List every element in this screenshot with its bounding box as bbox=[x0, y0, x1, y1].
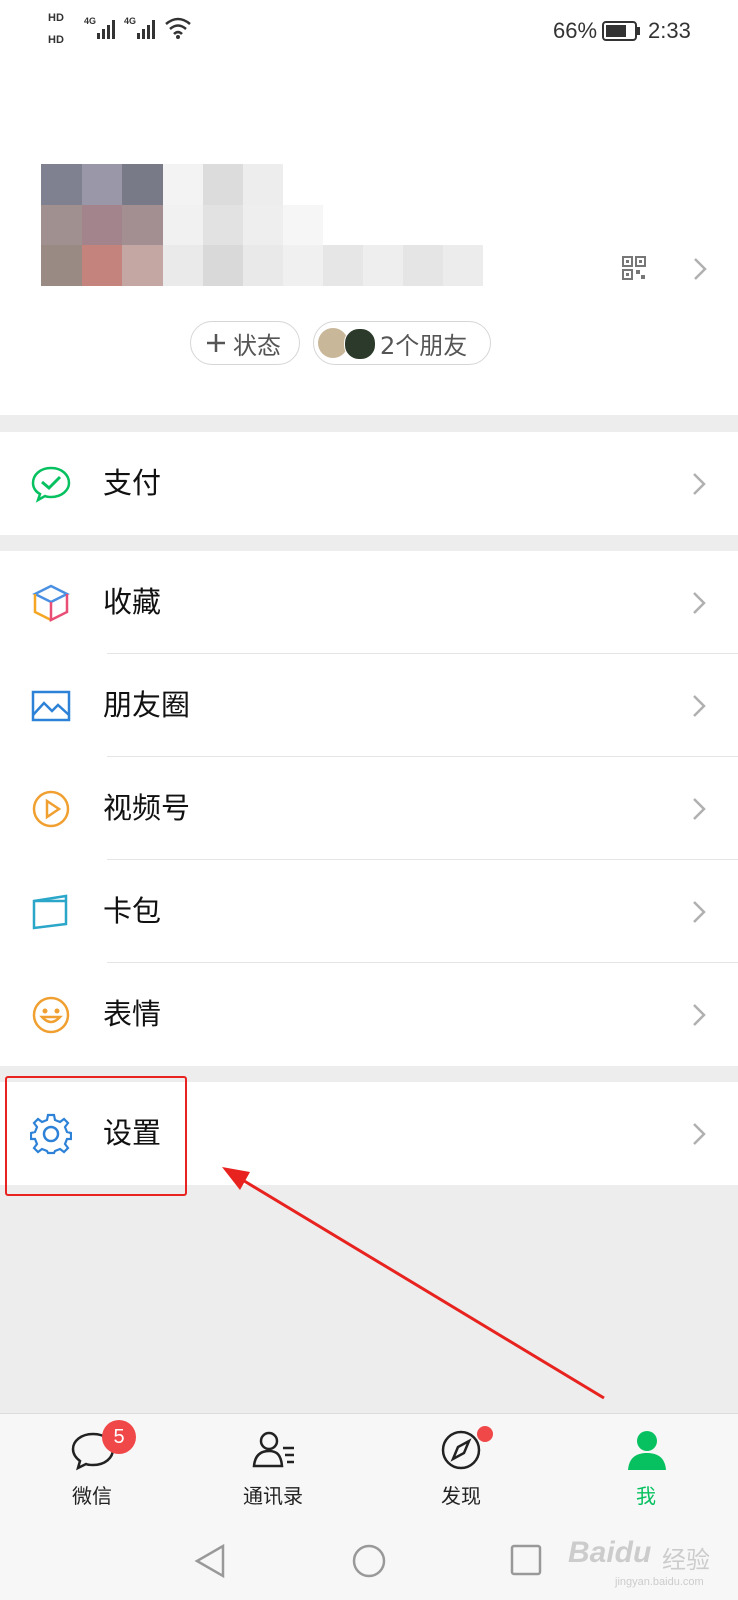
home-circle-icon[interactable] bbox=[350, 1542, 388, 1580]
favorites-cube-icon bbox=[32, 584, 70, 623]
network-label-1: 4G bbox=[84, 16, 97, 26]
battery-icon bbox=[602, 21, 640, 41]
chevron-right-icon bbox=[693, 1004, 706, 1026]
network-label-2: 4G bbox=[124, 16, 137, 26]
menu-label-cards: 卡包 bbox=[103, 894, 162, 928]
menu-item-cards[interactable]: 卡包 bbox=[0, 860, 738, 963]
tab-contacts[interactable]: 通讯录 bbox=[213, 1414, 333, 1524]
menu-item-channels[interactable]: 视频号 bbox=[0, 757, 738, 860]
new-dot-badge bbox=[477, 1426, 493, 1442]
battery-percent: 66% bbox=[553, 18, 598, 43]
annotation-highlight-box bbox=[5, 1076, 187, 1196]
back-triangle-icon[interactable] bbox=[193, 1543, 227, 1579]
chevron-right-icon bbox=[693, 473, 706, 495]
menu-label-pay: 支付 bbox=[103, 466, 162, 500]
signal-icon-1 bbox=[97, 20, 115, 39]
signal-icon-2 bbox=[137, 20, 155, 39]
features-group: 收藏 朋友圈 视频号 卡包 表情 bbox=[0, 551, 738, 1066]
wechat-pay-icon bbox=[31, 466, 71, 503]
recents-square-icon[interactable] bbox=[509, 1543, 543, 1577]
person-icon bbox=[628, 1431, 666, 1470]
menu-item-pay[interactable]: 支付 bbox=[0, 432, 738, 535]
menu-item-favorites[interactable]: 收藏 bbox=[0, 551, 738, 654]
profile-header[interactable]: 状态 2个朋友 bbox=[0, 60, 738, 415]
unread-badge: 5 bbox=[102, 1420, 136, 1454]
tab-me[interactable]: 我 bbox=[586, 1414, 706, 1524]
chevron-right-icon bbox=[693, 901, 706, 923]
username-redacted bbox=[163, 164, 493, 286]
wifi-icon bbox=[165, 17, 191, 39]
wallet-card-icon bbox=[32, 894, 68, 930]
hd-label-2: HD bbox=[48, 34, 64, 46]
hd-label-1: HD bbox=[48, 12, 64, 24]
chevron-right-icon bbox=[694, 258, 707, 280]
smiley-icon bbox=[32, 996, 70, 1034]
avatar[interactable] bbox=[41, 164, 163, 286]
tab-chats[interactable]: 5 微信 bbox=[32, 1414, 152, 1524]
qr-code-icon[interactable] bbox=[622, 256, 646, 280]
status-bar: HD HD 4G 4G 66% 2:33 bbox=[0, 0, 738, 60]
status-label: 状态 bbox=[233, 331, 281, 360]
friends-label: 2个朋友 bbox=[380, 331, 468, 360]
bottom-tab-bar: 5 微信 通讯录 发现 我 bbox=[0, 1413, 738, 1524]
menu-item-stickers[interactable]: 表情 bbox=[0, 963, 738, 1066]
watermark-cn: 经验 bbox=[662, 1547, 710, 1574]
menu-item-moments[interactable]: 朋友圈 bbox=[0, 654, 738, 757]
clock: 2:33 bbox=[648, 18, 691, 43]
menu-label-channels: 视频号 bbox=[103, 791, 191, 825]
tab-discover[interactable]: 发现 bbox=[401, 1414, 521, 1524]
plus-icon bbox=[207, 334, 225, 352]
menu-label-favorites: 收藏 bbox=[103, 585, 162, 619]
chevron-right-icon bbox=[693, 798, 706, 820]
play-circle-icon bbox=[32, 790, 70, 828]
add-status-button[interactable]: 状态 bbox=[190, 321, 300, 365]
chevron-right-icon bbox=[693, 592, 706, 614]
tab-label-discover: 发现 bbox=[441, 1484, 481, 1508]
menu-label-moments: 朋友圈 bbox=[103, 688, 191, 722]
watermark-url: jingyan.baidu.com bbox=[615, 1576, 704, 1588]
chevron-right-icon bbox=[693, 695, 706, 717]
friend-avatars bbox=[318, 326, 380, 360]
menu-label-stickers: 表情 bbox=[103, 997, 162, 1031]
watermark-brand: Baidu bbox=[568, 1536, 652, 1569]
tab-label-me: 我 bbox=[636, 1484, 656, 1508]
tab-label-chats: 微信 bbox=[72, 1484, 112, 1508]
moments-image-icon bbox=[31, 690, 71, 722]
tab-label-contacts: 通讯录 bbox=[243, 1484, 303, 1508]
chevron-right-icon bbox=[693, 1123, 706, 1145]
contacts-icon bbox=[252, 1431, 294, 1468]
friends-status-button[interactable]: 2个朋友 bbox=[313, 321, 491, 365]
friend-avatar bbox=[344, 328, 376, 360]
pay-group: 支付 bbox=[0, 432, 738, 535]
